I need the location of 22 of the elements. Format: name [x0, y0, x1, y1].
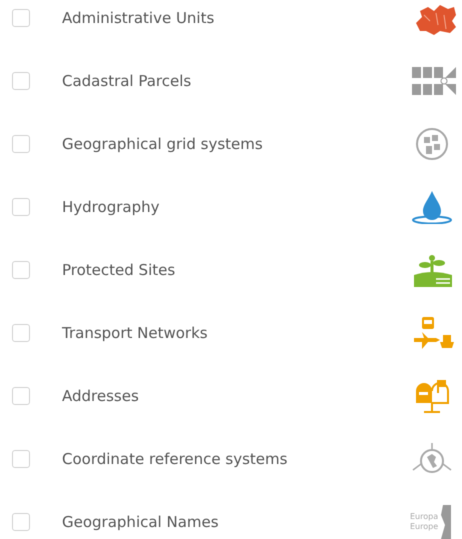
checkbox[interactable]	[12, 9, 30, 27]
checkbox[interactable]	[12, 198, 30, 216]
map-shape-icon	[439, 505, 452, 539]
checkbox[interactable]	[12, 135, 30, 153]
layer-label: Coordinate reference systems	[62, 450, 288, 468]
layer-label: Protected Sites	[62, 261, 176, 279]
checkbox[interactable]	[12, 324, 30, 342]
checkbox[interactable]	[12, 72, 30, 90]
layer-label: Geographical Names	[62, 513, 220, 531]
layer-label: Cadastral Parcels	[62, 72, 192, 90]
logo-text: Europe	[410, 522, 438, 532]
checkbox[interactable]	[12, 450, 30, 468]
checkbox[interactable]	[12, 513, 30, 531]
checkbox[interactable]	[12, 387, 30, 405]
layer-label: Addresses	[62, 387, 140, 405]
layer-label: Geographical grid systems	[62, 135, 264, 153]
checkbox[interactable]	[12, 261, 30, 279]
parcels-icon	[410, 64, 456, 98]
layer-label: Administrative Units	[62, 9, 216, 27]
layer-label: Hydrography	[62, 198, 160, 216]
layer-label: Transport Networks	[62, 324, 209, 342]
logo-text: Europa	[410, 512, 438, 522]
